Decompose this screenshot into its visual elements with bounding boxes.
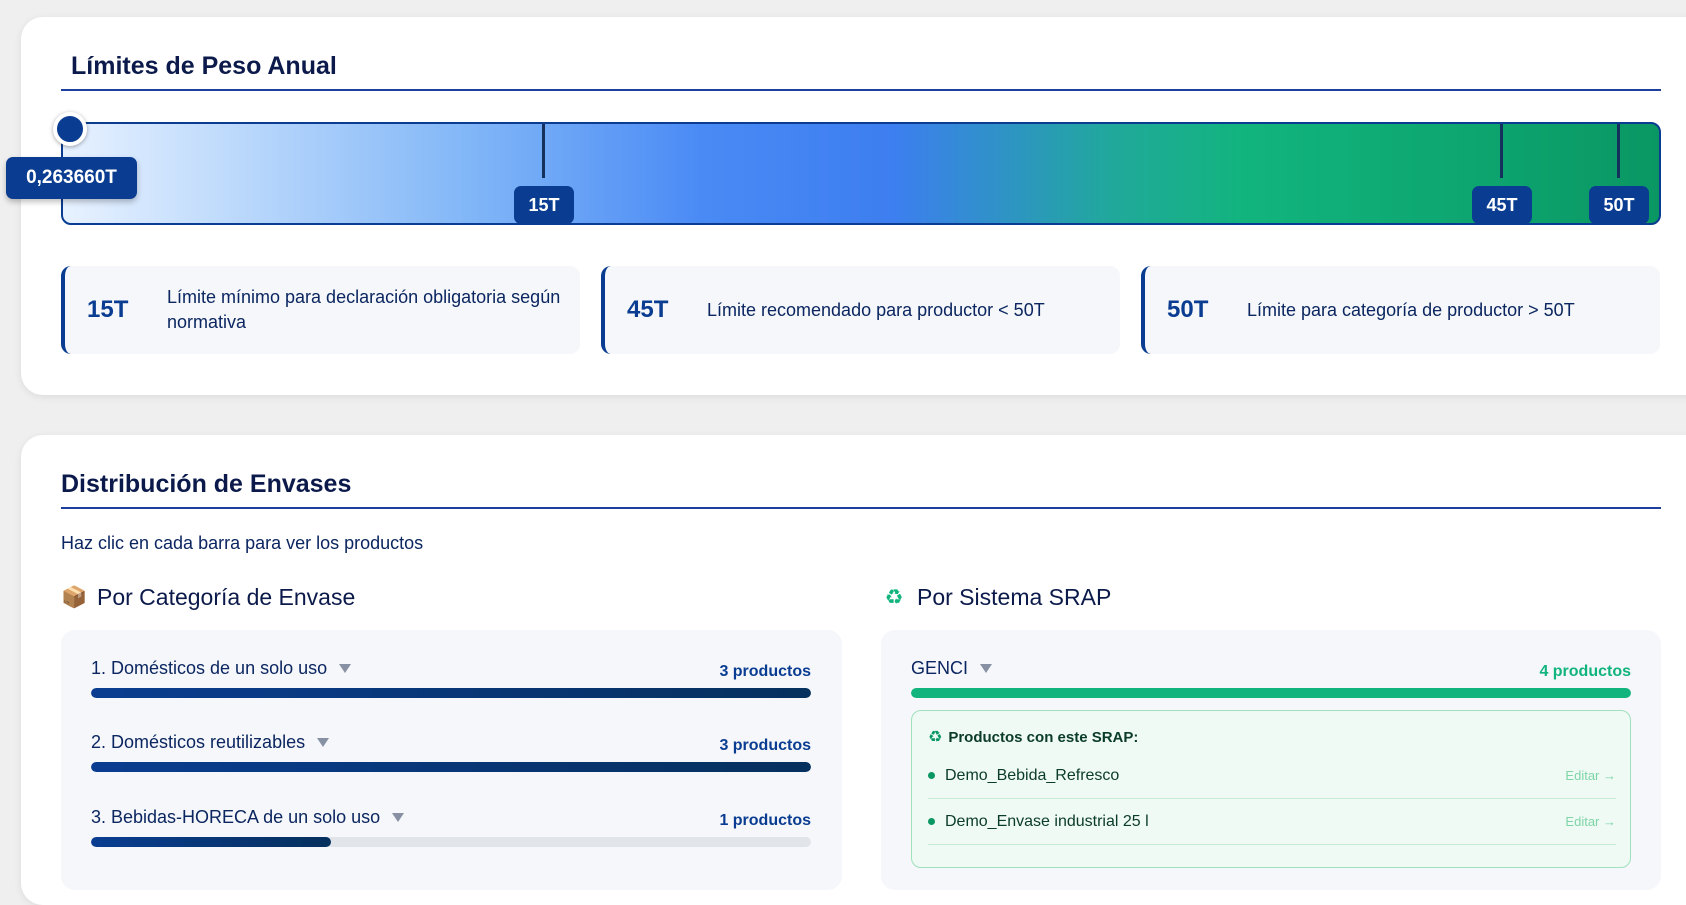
srap-product-name: Demo_Bebida_Refresco [945,766,1120,784]
srap-product-item: Demo_Envase industrial 25 l Editar → [928,799,1616,845]
category-row-toggle[interactable]: 2. Domésticos reutilizables [91,732,330,753]
limit-card-45t: 45T Límite recomendado para productor < … [601,266,1120,354]
category-bar[interactable] [91,762,811,772]
title-divider [61,89,1661,91]
edit-link[interactable]: Editar → [1565,814,1616,829]
category-subtitle-text: Por Categoría de Envase [97,584,356,610]
current-weight-marker [53,112,87,146]
srap-product-name: Demo_Envase industrial 25 l [945,812,1149,830]
category-bar-fill [91,762,811,772]
srap-products-panel: ♻ Productos con este SRAP: Demo_Bebida_R… [911,710,1631,868]
category-bar[interactable] [91,688,811,698]
limit-value: 15T [87,296,129,323]
limit-description: Límite mínimo para declaración obligator… [167,287,561,332]
category-bar[interactable] [91,837,811,847]
chevron-down-icon [392,813,405,822]
current-weight-badge: 0,263660T [6,157,137,199]
tick-15t [542,124,545,178]
limit-description: Límite para categoría de productor > 50T [1247,299,1575,320]
limit-card-50t: 50T Límite para categoría de productor >… [1141,266,1660,354]
tick-45t [1500,124,1503,178]
srap-products-heading: ♻ Productos con este SRAP: [928,727,1138,747]
distribution-hint: Haz clic en cada barra para ver los prod… [61,533,424,553]
category-row-count: 3 productos [719,737,811,754]
limit-card-15t: 15T Límite mínimo para declaración oblig… [61,266,580,354]
limit-description: Límite recomendado para productor < 50T [707,299,1045,320]
tick-50t [1617,124,1620,178]
srap-products-heading-text: Productos con este SRAP: [948,728,1139,746]
srap-row-label: GENCI [911,658,969,678]
recycle-icon: ♻ [884,586,904,609]
edit-link[interactable]: Editar → [1565,768,1616,783]
chevron-down-icon [317,738,330,747]
category-subtitle: 📦 Por Categoría de Envase [61,584,355,611]
tick-50t-label: 50T [1589,186,1649,224]
srap-subtitle-text: Por Sistema SRAP [917,584,1112,610]
srap-row-toggle[interactable]: GENCI [911,658,993,679]
bullet-icon [928,818,935,825]
title-divider [61,507,1661,509]
category-bar-fill [91,837,331,847]
chevron-down-icon [339,664,352,673]
category-row-label: 1. Domésticos de un solo uso [91,658,328,678]
category-row-toggle[interactable]: 3. Bebidas-HORECA de un solo uso [91,807,405,828]
tick-15t-label: 15T [514,186,574,224]
category-bar-fill [91,688,811,698]
category-row-count: 1 productos [719,812,811,829]
srap-product-item: Demo_Bebida_Refresco Editar → [928,753,1616,799]
srap-row-count: 4 productos [1539,663,1631,680]
tick-45t-label: 45T [1472,186,1532,224]
srap-subtitle: ♻ Por Sistema SRAP [881,584,1112,611]
recycle-icon: ♻ [928,729,943,746]
limit-value: 50T [1167,296,1209,323]
category-row-toggle[interactable]: 1. Domésticos de un solo uso [91,658,352,679]
distribution-title: Distribución de Envases [61,470,352,498]
package-icon: 📦 [61,585,88,609]
srap-bar-fill [911,688,1631,698]
category-row-label: 3. Bebidas-HORECA de un solo uso [91,807,381,827]
category-row-count: 3 productos [719,663,811,680]
category-row-label: 2. Domésticos reutilizables [91,732,306,752]
srap-bar[interactable] [911,688,1631,698]
chevron-down-icon [980,664,993,673]
weight-gauge: 15T 45T 50T [61,122,1661,225]
bullet-icon [928,772,935,779]
weight-limits-title: Límites de Peso Anual [71,52,337,80]
limit-value: 45T [627,296,669,323]
